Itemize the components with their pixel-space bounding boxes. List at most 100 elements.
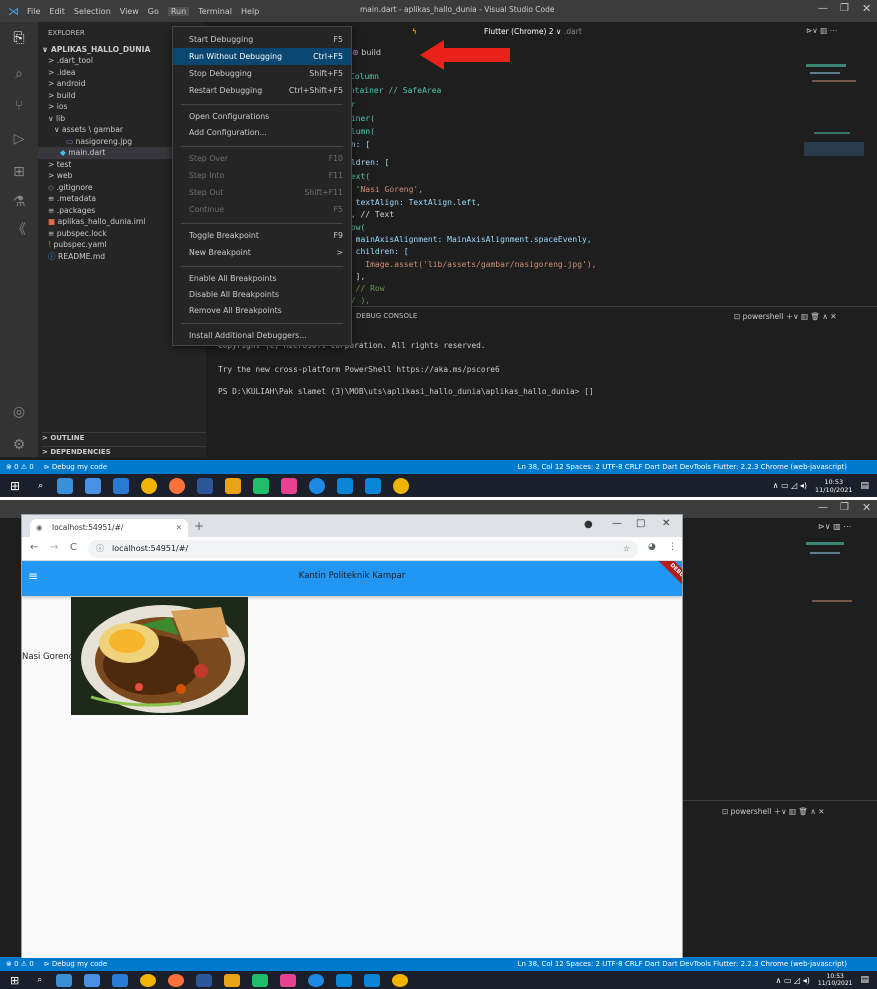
profile-circle-icon[interactable]: ●	[584, 519, 593, 530]
file-explorer-icon[interactable]	[57, 477, 74, 494]
status-right[interactable]: Ln 38, Col 12 Spaces: 2 UTF-8 CRLF Dart …	[518, 960, 847, 968]
app-icon[interactable]	[253, 477, 270, 494]
vscode-taskbar-icon[interactable]	[364, 973, 381, 987]
tray-icons[interactable]: ∧ ▭ ◿ ◂)	[773, 481, 807, 490]
menu-item-stop-debugging[interactable]: Stop Debugging Shift+F5	[173, 65, 351, 82]
close-icon[interactable]: ✕	[862, 501, 871, 514]
app-icon[interactable]	[225, 477, 242, 494]
split-editor-icon[interactable]: ⊳∨ ▥ ⋯	[806, 26, 837, 35]
chrome-icon[interactable]	[392, 973, 409, 987]
app-icon[interactable]	[281, 477, 298, 494]
device-selector[interactable]: Flutter (Chrome) 2 ∨	[484, 27, 561, 36]
word-icon[interactable]	[196, 973, 213, 987]
minimize-icon[interactable]: —	[612, 518, 622, 529]
notification-icon[interactable]: ▤	[860, 975, 869, 985]
firefox-icon[interactable]	[168, 973, 185, 987]
menu-help[interactable]: Help	[241, 7, 259, 16]
hot-reload-icon[interactable]: ϟ	[412, 27, 417, 36]
menu-item-restart-debugging[interactable]: Restart Debugging Ctrl+Shift+F5	[173, 82, 351, 99]
menu-file[interactable]: File	[27, 7, 40, 16]
address-bar[interactable]: ⓘ localhost:54951/#/ ☆	[88, 540, 638, 558]
menu-run[interactable]: Run	[167, 6, 190, 16]
menu-item-enable-all-breakpoints[interactable]: Enable All Breakpoints	[173, 270, 351, 287]
notification-icon[interactable]: ▤	[860, 481, 869, 491]
new-tab-icon[interactable]: +	[194, 519, 204, 533]
menu-item-toggle-breakpoint[interactable]: Toggle Breakpoint F9	[173, 227, 351, 244]
taskbar-search-icon[interactable]: ⌕	[37, 975, 42, 985]
vscode-taskbar-icon[interactable]	[337, 477, 354, 494]
menu-go[interactable]: Go	[148, 7, 159, 16]
testing-icon[interactable]: ⚗	[9, 192, 29, 212]
source-control-icon[interactable]: ⑂	[9, 96, 29, 116]
close-icon[interactable]: ✕	[862, 2, 871, 15]
terminal-shell-selector[interactable]: ⊡ powershell ＋∨ ▥ 🗑 ∧ ✕	[722, 806, 825, 817]
mail-icon[interactable]	[112, 973, 129, 987]
forward-arrow-icon[interactable]: →	[50, 542, 58, 553]
back-arrow-icon[interactable]: ←	[30, 542, 38, 553]
debug-config[interactable]: ⊳ Debug my code	[44, 463, 107, 471]
remote-icon[interactable]: 《	[9, 220, 29, 240]
menu-selection[interactable]: Selection	[74, 7, 111, 16]
menu-item-disable-all-breakpoints[interactable]: Disable All Breakpoints	[173, 286, 351, 303]
menu-item-add-configuration[interactable]: Add Configuration...	[173, 124, 351, 141]
firefox-icon[interactable]	[169, 477, 186, 494]
app-icon[interactable]	[224, 973, 241, 987]
problems-indicator[interactable]: ⊗ 0 ⚠ 0	[6, 960, 34, 968]
maximize-icon[interactable]: □	[636, 518, 645, 529]
kebab-menu-icon[interactable]: ⋮	[668, 542, 677, 552]
browser-tab[interactable]: ◉ localhost:54951/#/ ✕	[30, 519, 188, 537]
bookmark-star-icon[interactable]: ☆	[623, 540, 630, 558]
minimize-icon[interactable]: —	[818, 502, 828, 513]
store-icon[interactable]	[84, 973, 101, 987]
dependencies-section[interactable]: > DEPENDENCIES	[42, 446, 206, 458]
edge-icon[interactable]	[309, 477, 326, 494]
menu-terminal[interactable]: Terminal	[198, 7, 232, 16]
taskbar-search-icon[interactable]: ⌕	[38, 481, 43, 491]
problems-indicator[interactable]: ⊗ 0 ⚠ 0	[6, 463, 34, 471]
vscode-taskbar-icon[interactable]	[336, 973, 353, 987]
mail-icon[interactable]	[113, 477, 130, 494]
clock[interactable]: 10:53 11/10/2021	[815, 478, 852, 494]
tray-icons[interactable]: ∧ ▭ ◿ ◂)	[776, 976, 810, 985]
outline-section[interactable]: > OUTLINE	[42, 432, 206, 444]
split-editor-icon[interactable]: ⊳∨ ▥ ⋯	[818, 522, 851, 531]
debug-console-tab[interactable]: DEBUG CONSOLE	[356, 312, 417, 320]
minimize-icon[interactable]: —	[818, 3, 828, 14]
windows-start-icon[interactable]: ⊞	[10, 479, 20, 493]
breadcrumb[interactable]: ⊛ build	[352, 48, 381, 57]
menu-item-new-breakpoint[interactable]: New Breakpoint >	[173, 244, 351, 261]
file-explorer-icon[interactable]	[56, 973, 73, 987]
menu-view[interactable]: View	[120, 7, 139, 16]
restore-icon[interactable]: ❐	[840, 3, 849, 14]
chrome-icon[interactable]	[140, 973, 157, 987]
menu-item-start-debugging[interactable]: Start Debugging F5	[173, 31, 351, 48]
store-icon[interactable]	[85, 477, 102, 494]
search-icon[interactable]: ⌕	[9, 64, 29, 84]
tab-close-icon[interactable]: ✕	[176, 519, 182, 537]
menu-item-run-without-debugging[interactable]: Run Without Debugging Ctrl+F5	[173, 48, 351, 65]
vscode-taskbar-icon[interactable]	[365, 477, 382, 494]
chrome-icon[interactable]	[393, 477, 410, 494]
close-icon[interactable]: ✕	[662, 518, 670, 529]
status-right[interactable]: Ln 38, Col 12 Spaces: 2 UTF-8 CRLF Dart …	[518, 463, 847, 471]
debug-config[interactable]: ⊳ Debug my code	[44, 960, 107, 968]
settings-gear-icon[interactable]: ⚙	[9, 435, 29, 455]
reload-icon[interactable]: C	[70, 542, 77, 553]
menu-item-open-configurations[interactable]: Open Configurations	[173, 108, 351, 125]
terminal-shell-selector[interactable]: ⊡ powershell ＋∨ ▥ 🗑 ∧ ✕	[734, 311, 837, 322]
run-debug-icon[interactable]: ▷	[9, 129, 29, 149]
extensions-icon[interactable]: ⊞	[9, 162, 29, 182]
profile-avatar-icon[interactable]: ◕	[648, 542, 656, 552]
chrome-icon[interactable]	[141, 477, 158, 494]
windows-start-icon[interactable]: ⊞	[10, 974, 19, 987]
restore-icon[interactable]: ❐	[840, 502, 849, 513]
menu-edit[interactable]: Edit	[49, 7, 65, 16]
clock[interactable]: 10:53 11/10/2021	[818, 973, 853, 987]
menu-item-install-debuggers[interactable]: Install Additional Debuggers...	[173, 327, 351, 344]
app-icon[interactable]	[252, 973, 269, 987]
edge-icon[interactable]	[308, 973, 325, 987]
account-icon[interactable]: ◎	[9, 402, 29, 422]
minimap[interactable]	[804, 62, 864, 182]
explorer-icon[interactable]: ⎘	[9, 28, 29, 48]
menu-item-remove-all-breakpoints[interactable]: Remove All Breakpoints	[173, 302, 351, 319]
